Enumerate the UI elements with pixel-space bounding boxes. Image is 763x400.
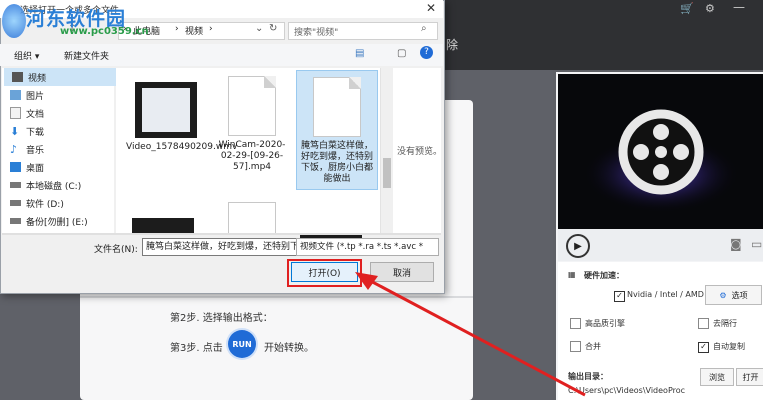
annotation-arrow [355, 272, 586, 397]
watermark-url: www.pc0359.cn [60, 26, 149, 37]
watermark-logo-icon [2, 4, 26, 38]
